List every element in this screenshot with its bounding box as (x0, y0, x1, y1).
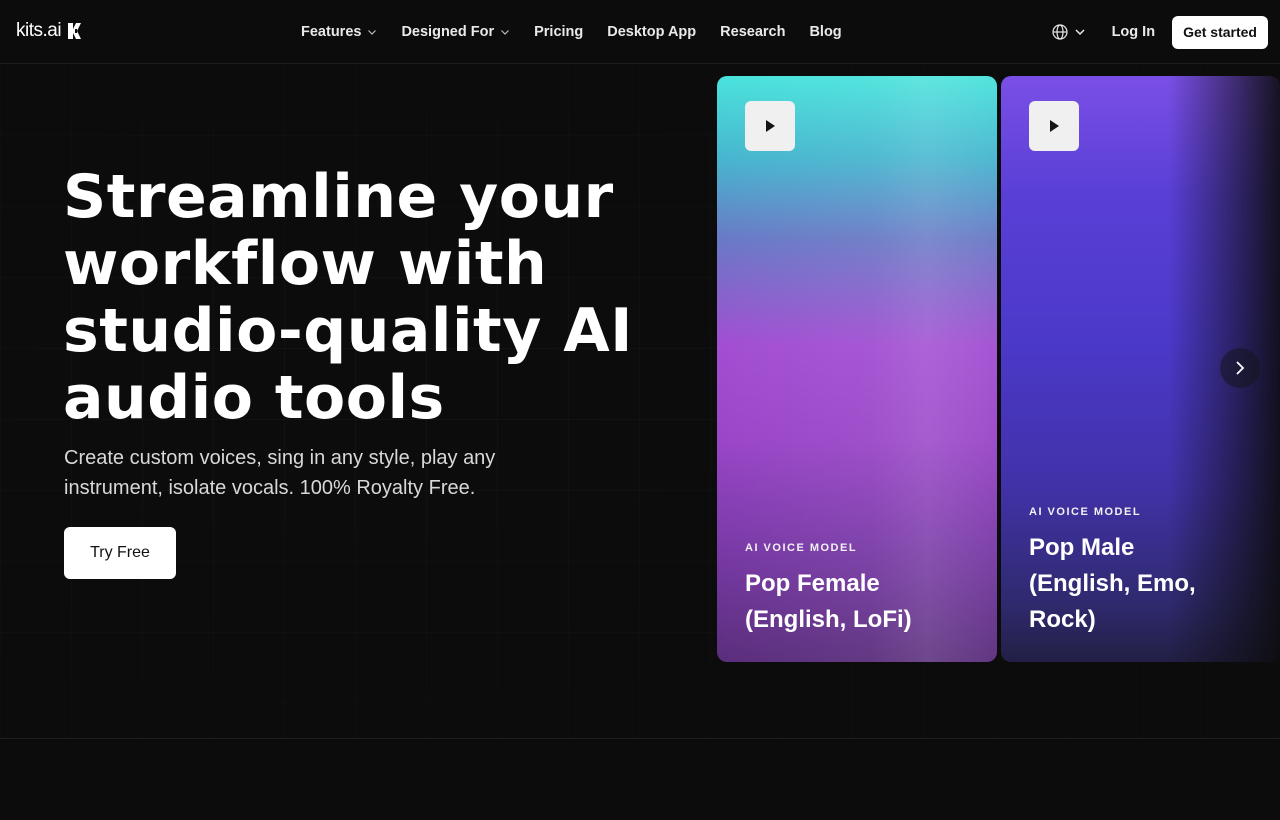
card-title: Pop Female (English, LoFi) (745, 566, 985, 638)
hero-title-line: workflow with (63, 229, 548, 299)
language-selector[interactable] (1051, 24, 1086, 40)
card-title-line: Pop Male (1029, 534, 1135, 561)
hero-title-line: audio tools (63, 363, 445, 433)
card-title-line: (English, LoFi) (745, 606, 912, 633)
play-button[interactable] (745, 101, 795, 151)
chevron-down-icon (368, 30, 377, 35)
nav-actions: Log In Get started (1051, 0, 1268, 64)
hero-subtitle-line: Create custom voices, sing in any style,… (64, 447, 496, 469)
hero-title-line: Streamline your (63, 162, 614, 232)
card-title: Pop Male (English, Emo, Rock) (1029, 530, 1269, 638)
nav-link-desktop-app[interactable]: Desktop App (607, 24, 696, 40)
voice-model-card[interactable]: AI VOICE MODEL Pop Female (English, LoFi… (717, 76, 997, 662)
logo-text: kits.ai (16, 20, 62, 41)
nav-link-label: Designed For (401, 24, 495, 40)
chevron-right-icon (1236, 361, 1245, 375)
nav-link-features[interactable]: Features (301, 24, 377, 40)
chevron-down-icon (501, 30, 510, 35)
logo[interactable]: kits.ai (16, 20, 85, 42)
get-started-button[interactable]: Get started (1172, 15, 1268, 49)
nav-link-blog[interactable]: Blog (809, 24, 841, 40)
nav-link-designed-for[interactable]: Designed For (401, 24, 510, 40)
logo-mark-icon (68, 23, 82, 39)
nav-link-pricing[interactable]: Pricing (534, 24, 583, 40)
nav-link-label: Features (301, 24, 362, 40)
chevron-down-icon (1075, 29, 1085, 36)
nav-links: Features Designed For Pricing Desktop Ap… (301, 0, 842, 64)
page: kits.ai Features Designed For Pricing De… (0, 0, 1280, 820)
hero-title-line: studio-quality AI (63, 296, 633, 366)
top-nav: kits.ai Features Designed For Pricing De… (0, 0, 1280, 64)
hero-subtitle: Create custom voices, sing in any style,… (64, 443, 584, 503)
play-icon (766, 120, 775, 132)
play-icon (1050, 120, 1059, 132)
carousel-next-button[interactable] (1220, 348, 1260, 388)
card-tag: AI VOICE MODEL (1029, 506, 1142, 518)
card-title-line: Pop Female (745, 570, 880, 597)
globe-icon (1051, 24, 1068, 40)
card-title-line: Rock) (1029, 606, 1096, 633)
nav-link-research[interactable]: Research (720, 24, 785, 40)
card-tag: AI VOICE MODEL (745, 542, 858, 554)
card-title-line: (English, Emo, (1029, 570, 1196, 597)
play-button[interactable] (1029, 101, 1079, 151)
login-link[interactable]: Log In (1112, 24, 1156, 40)
try-free-button[interactable]: Try Free (64, 527, 176, 579)
section-divider (0, 738, 1280, 739)
hero-subtitle-line: instrument, isolate vocals. 100% Royalty… (64, 477, 476, 499)
hero-title: Streamline your workflow with studio-qua… (63, 164, 663, 432)
